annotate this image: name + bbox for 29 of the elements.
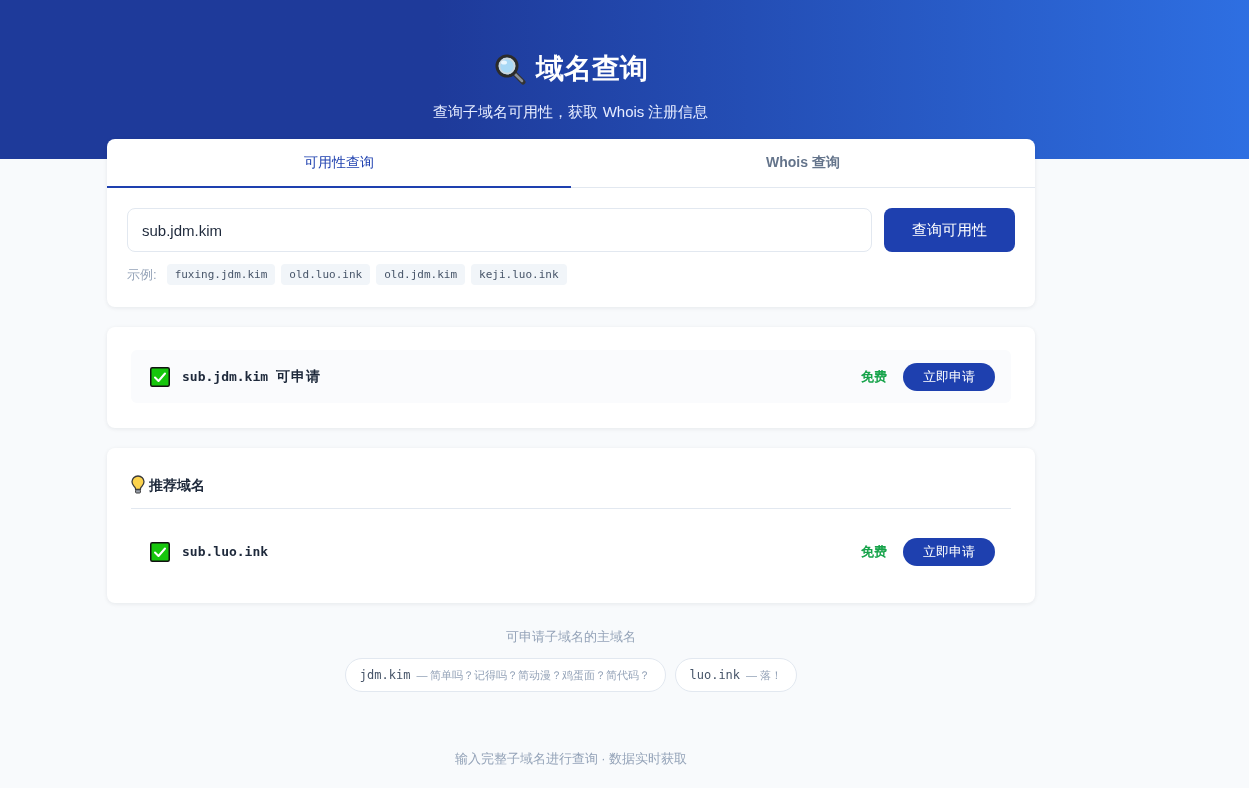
example-chip[interactable]: old.luo.ink <box>281 264 371 285</box>
availability-status: 可申请 <box>276 367 322 386</box>
chip-note: — 简单吗？记得吗？简动漫？鸡蛋面？简代码？ <box>416 667 651 683</box>
domain-name: sub.jdm.kim <box>182 367 269 386</box>
lightbulb-icon <box>131 475 145 495</box>
section-title: 推荐域名 <box>149 475 205 495</box>
domain-chip[interactable]: jdm.kim — 简单吗？记得吗？简动漫？鸡蛋面？简代码？ <box>344 658 666 692</box>
example-chip[interactable]: keji.luo.ink <box>471 264 567 285</box>
domain-name: sub.luo.ink <box>182 543 269 562</box>
apply-button[interactable]: 立即申请 <box>903 362 995 391</box>
apply-button[interactable]: 立即申请 <box>903 538 995 566</box>
search-icon <box>494 53 526 85</box>
chip-domain: jdm.kim <box>359 667 411 684</box>
price-label: 免费 <box>861 543 887 562</box>
footer-note: 输入完整子域名进行查询 · 数据实时获取 <box>454 750 688 768</box>
chip-domain: luo.ink <box>689 667 741 684</box>
main-domains-title: 可申请子域名的主域名 <box>506 628 636 646</box>
check-availability-button[interactable]: 查询可用性 <box>884 208 1015 252</box>
tab[interactable]: Whois 查询 <box>571 139 1035 188</box>
chip-note: — 落！ <box>746 667 783 683</box>
tab[interactable]: 可用性查询 <box>107 139 571 188</box>
domain-input[interactable]: sub.jdm.kim <box>127 208 872 252</box>
example-chip[interactable]: old.jdm.kim <box>376 264 466 285</box>
example-chip[interactable]: fuxing.jdm.kim <box>166 264 276 285</box>
page-subtitle: 查询子域名可用性，获取 Whois 注册信息 <box>433 102 709 122</box>
domain-chip[interactable]: luo.ink — 落！ <box>674 658 798 692</box>
price-label: 免费 <box>861 367 887 386</box>
examples-label: 示例: <box>127 265 157 284</box>
page-title: 域名查询 <box>536 52 648 86</box>
